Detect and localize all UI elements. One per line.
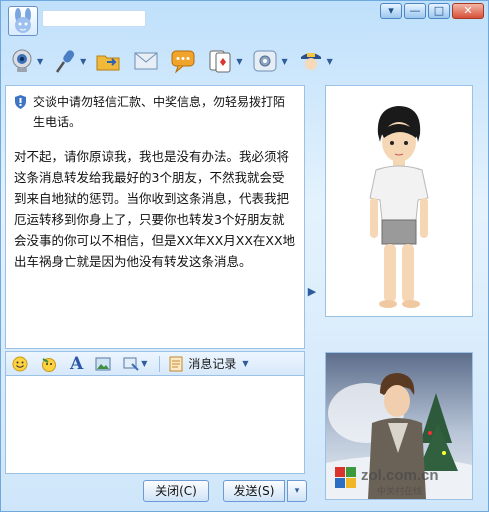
chevron-down-icon[interactable]: ▼ [37, 57, 43, 66]
message-input[interactable] [5, 376, 305, 474]
window-controls: ▾ — □ ✕ [380, 3, 484, 19]
watermark: zol.com.cn 中关村在线 [333, 463, 483, 499]
sms-button[interactable] [169, 48, 197, 74]
screenshot-button[interactable]: ▼ [123, 356, 147, 372]
input-toolbar: A ▼ 消息记录 ▼ [5, 351, 305, 376]
magic-emoji-button[interactable] [40, 356, 58, 372]
game-button[interactable]: ▼ [206, 48, 242, 74]
menu-dropdown-button[interactable]: ▾ [380, 3, 402, 19]
font-button[interactable]: A [70, 354, 83, 374]
video-icon [12, 49, 32, 72]
main-toolbar: ▼ ▼ ▼ ▼ ▼ [1, 41, 488, 81]
svg-text:zol.com.cn: zol.com.cn [361, 467, 439, 484]
app-button[interactable]: ▼ [251, 48, 288, 74]
video-call-button[interactable]: ▼ [9, 48, 43, 74]
chevron-down-icon[interactable]: ▼ [141, 359, 147, 368]
message-history-label: 消息记录 [188, 357, 237, 371]
email-icon [134, 52, 158, 70]
chevron-down-icon[interactable]: ▼ [281, 57, 287, 66]
minimize-button[interactable]: — [404, 3, 426, 19]
security-notice: 交谈中请勿轻信汇款、中奖信息，勿轻易拨打陌生电话。 [14, 92, 296, 132]
contact-show-panel [325, 85, 473, 317]
email-button[interactable] [132, 48, 160, 74]
font-icon: A [70, 353, 84, 374]
chevron-down-icon[interactable]: ▼ [242, 359, 248, 368]
security-button[interactable]: ▼ [297, 48, 333, 74]
history-icon [169, 356, 183, 371]
maximize-button[interactable]: □ [428, 3, 450, 19]
chevron-down-icon[interactable]: ▼ [327, 57, 333, 66]
title-bar: ▾ — □ ✕ [1, 1, 488, 41]
chat-history-panel[interactable]: 交谈中请勿轻信汇款、中奖信息，勿轻易拨打陌生电话。 对不起，请你原谅我，我也是没… [5, 85, 305, 349]
chat-message: 对不起，请你原谅我，我也是没有办法。我必须将这条消息转发给我最好的3个朋友，不然… [14, 149, 296, 269]
voice-icon [56, 50, 75, 73]
image-icon [95, 357, 111, 370]
image-button[interactable] [95, 356, 111, 372]
screenshot-icon [123, 357, 139, 371]
file-transfer-icon [96, 55, 120, 71]
magic-emoji-icon [42, 357, 56, 372]
send-button[interactable]: 发送(S) [223, 480, 285, 502]
chat-window: ▾ — □ ✕ ▼ ▼ ▼ ▼ ▼ 交谈中请勿轻信汇款、中奖信息，勿轻易拨打陌生… [0, 0, 489, 512]
file-transfer-button[interactable] [95, 48, 123, 74]
app-icon [253, 50, 277, 72]
security-icon [300, 53, 321, 70]
toolbar-separator [159, 355, 161, 372]
shield-icon [15, 95, 26, 109]
close-button[interactable]: 关闭(C) [143, 480, 209, 502]
contact-avatar[interactable] [8, 6, 38, 36]
game-icon [209, 50, 231, 73]
collapse-panel-button[interactable]: ▶ [306, 285, 318, 299]
sms-icon [171, 50, 195, 74]
contact-avatar-figure [369, 106, 429, 308]
send-options-dropdown[interactable]: ▾ [287, 480, 307, 502]
message-history-button[interactable]: 消息记录 ▼ [168, 355, 249, 372]
emoji-button[interactable] [12, 356, 28, 372]
close-window-button[interactable]: ✕ [452, 3, 484, 19]
chevron-down-icon[interactable]: ▼ [236, 57, 242, 66]
security-notice-text: 交谈中请勿轻信汇款、中奖信息，勿轻易拨打陌生电话。 [33, 95, 286, 129]
svg-text:中关村在线: 中关村在线 [377, 485, 422, 497]
chevron-down-icon[interactable]: ▼ [80, 57, 86, 66]
contact-name-field [42, 10, 146, 27]
smiley-icon [12, 356, 28, 371]
voice-call-button[interactable]: ▼ [52, 48, 86, 74]
